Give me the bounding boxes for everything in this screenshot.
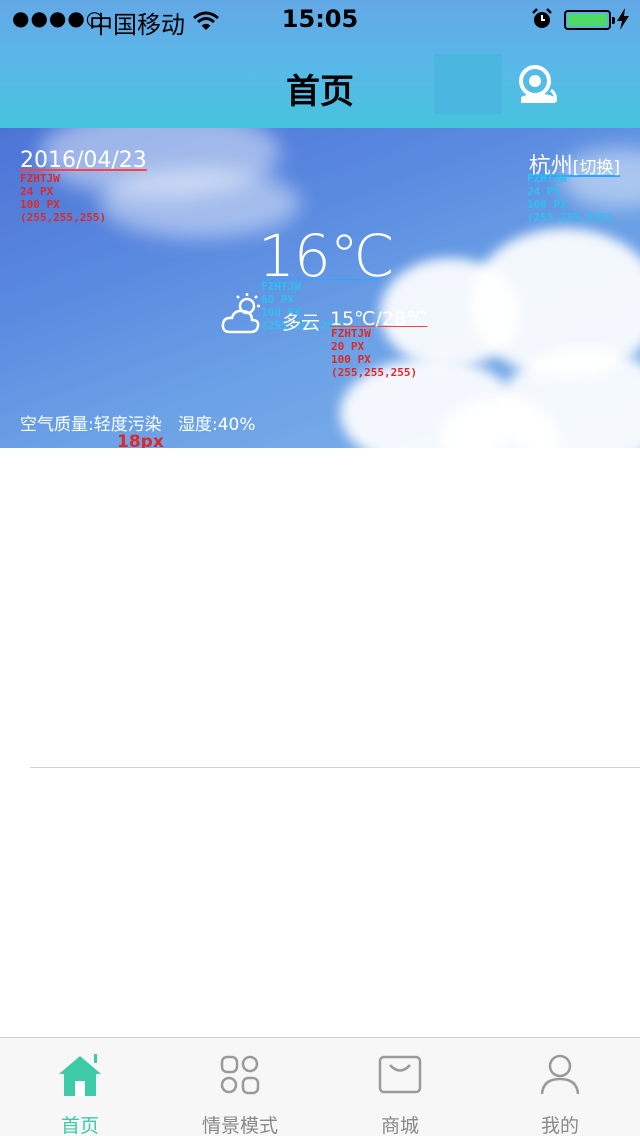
humidity-value: 40% bbox=[217, 415, 256, 435]
tab-mall[interactable]: 商城 bbox=[320, 1038, 480, 1136]
charging-bolt-icon bbox=[617, 8, 629, 36]
tab-scene-mode[interactable]: 情景模式 bbox=[160, 1038, 320, 1136]
tab-bar: 首页 情景模式 商城 我的 bbox=[0, 1037, 640, 1136]
tab-mall-label: 商城 bbox=[380, 1115, 419, 1136]
tab-mine-label: 我的 bbox=[540, 1115, 579, 1136]
weather-panel: 2016/04/23 FZHTJW 24 PX 100 PX (255,255,… bbox=[0, 128, 640, 448]
status-bar: ●●●●○ 中国移动 15:05 bbox=[0, 0, 640, 40]
camera-button[interactable] bbox=[515, 63, 561, 109]
weather-date: 2016/04/23 bbox=[20, 148, 147, 173]
battery-icon bbox=[564, 10, 615, 30]
camera-icon bbox=[519, 65, 557, 103]
home-icon bbox=[59, 1054, 101, 1096]
partly-cloudy-icon bbox=[220, 290, 266, 340]
shopping-bag-icon bbox=[378, 1055, 422, 1094]
content-divider bbox=[30, 767, 640, 768]
humidity-label: 湿度: bbox=[177, 415, 218, 435]
person-icon bbox=[540, 1054, 580, 1095]
header-highlight-block bbox=[434, 54, 502, 114]
range-font-annotation: FZHTJW 20 PX 100 PX (255,255,255) bbox=[331, 327, 418, 379]
tab-scene-mode-label: 情景模式 bbox=[201, 1115, 278, 1136]
tab-mine[interactable]: 我的 bbox=[480, 1038, 640, 1136]
date-font-annotation: FZHTJW 24 PX 100 PX (255,255,255) bbox=[20, 172, 107, 224]
grid-icon bbox=[220, 1055, 260, 1095]
alarm-clock-icon bbox=[531, 8, 553, 36]
weather-condition: 多云 bbox=[282, 312, 321, 334]
tab-home-label: 首页 bbox=[60, 1115, 99, 1136]
air-quality-label: 空气质量: bbox=[20, 415, 94, 435]
tab-home[interactable]: 首页 bbox=[0, 1038, 160, 1136]
city-font-annotation: FZHTJW 24 PX 100 PX (255,255,255) bbox=[527, 172, 614, 224]
header-bar: ●●●●○ 中国移动 15:05 首页 bbox=[0, 0, 640, 128]
air-quality-font-annotation: 18px bbox=[117, 432, 164, 448]
